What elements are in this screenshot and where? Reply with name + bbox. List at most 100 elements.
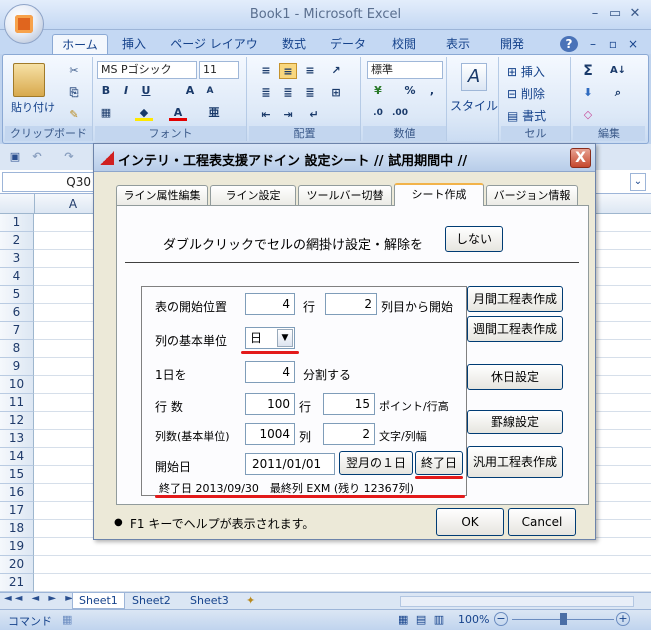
row-header[interactable]: 17: [0, 502, 34, 520]
sort-filter-icon[interactable]: A↓: [609, 63, 627, 79]
tab-view[interactable]: 表示: [436, 34, 480, 54]
format-painter-icon[interactable]: ✎: [65, 107, 83, 123]
format-cells-button[interactable]: ▤ 書式: [507, 107, 546, 124]
tab-insert[interactable]: 挿入: [112, 34, 156, 54]
comma-button[interactable]: ,: [423, 83, 441, 99]
help-icon[interactable]: ?: [560, 36, 578, 52]
currency-icon[interactable]: ¥: [369, 83, 387, 99]
view-buttons-icon[interactable]: ▦ ▤ ▥: [398, 613, 446, 626]
horizontal-scrollbar[interactable]: [400, 596, 634, 607]
tab-developer[interactable]: 開発: [490, 34, 534, 54]
undo-icon[interactable]: ↶: [28, 149, 46, 165]
cut-icon[interactable]: ✂: [65, 63, 83, 79]
insert-cells-button[interactable]: ⊞ 挿入: [507, 63, 545, 80]
align-left-icon[interactable]: ≣: [257, 85, 275, 101]
row-header[interactable]: 14: [0, 448, 34, 466]
zoom-slider-thumb[interactable]: [560, 613, 567, 625]
autosum-icon[interactable]: Σ: [579, 63, 597, 79]
row-header[interactable]: 16: [0, 484, 34, 502]
rows-input[interactable]: 100: [245, 393, 295, 415]
decrease-decimal-icon[interactable]: .00: [391, 105, 409, 121]
zoom-out-icon[interactable]: −: [494, 612, 508, 626]
row-header[interactable]: 21: [0, 574, 34, 592]
row-header[interactable]: 5: [0, 286, 34, 304]
row-header[interactable]: 15: [0, 466, 34, 484]
borders-icon[interactable]: ▦: [97, 105, 115, 121]
font-size-select[interactable]: 11: [199, 61, 239, 79]
shrink-font-button[interactable]: A: [201, 83, 219, 99]
grow-font-button[interactable]: A: [181, 83, 199, 99]
close-icon[interactable]: ✕: [626, 6, 644, 22]
sheet-tab-2[interactable]: Sheet2: [126, 593, 177, 609]
ribbon-restore-icon[interactable]: ▫: [606, 34, 620, 54]
macro-record-icon[interactable]: ▦: [62, 613, 72, 626]
row-header[interactable]: 7: [0, 322, 34, 340]
cancel-button[interactable]: Cancel: [508, 508, 576, 536]
ok-button[interactable]: OK: [436, 508, 504, 536]
border-settings-button[interactable]: 罫線設定: [467, 410, 563, 434]
dialog-close-button[interactable]: X: [570, 148, 591, 168]
cols-input[interactable]: 1004: [245, 423, 295, 445]
office-button[interactable]: [4, 4, 44, 44]
tab-data[interactable]: データ: [326, 34, 370, 54]
maximize-icon[interactable]: ▭: [606, 6, 624, 22]
style-button[interactable]: スタイル: [449, 97, 499, 114]
row-header[interactable]: 12: [0, 412, 34, 430]
holiday-settings-button[interactable]: 休日設定: [467, 364, 563, 390]
next-month-button[interactable]: 翌月の１日: [339, 451, 413, 475]
tab-toolbar-switch[interactable]: ツールバー切替: [298, 185, 392, 205]
weekly-schedule-button[interactable]: 週間工程表作成: [467, 316, 563, 342]
zoom-in-icon[interactable]: +: [616, 612, 630, 626]
split-input[interactable]: 4: [245, 361, 295, 383]
ribbon-close-icon[interactable]: ×: [626, 34, 640, 54]
row-header[interactable]: 20: [0, 556, 34, 574]
point-input[interactable]: 15: [323, 393, 375, 415]
merge-cells-icon[interactable]: ⊞: [327, 85, 345, 101]
font-color-button[interactable]: A: [169, 105, 187, 121]
row-header[interactable]: 8: [0, 340, 34, 358]
zoom-level[interactable]: 100%: [458, 613, 489, 626]
align-top-icon[interactable]: ≡: [257, 63, 275, 79]
tab-line-attributes[interactable]: ライン属性編集: [116, 185, 208, 205]
percent-button[interactable]: %: [401, 83, 419, 99]
increase-indent-icon[interactable]: ⇥: [279, 107, 297, 123]
name-box[interactable]: Q30: [2, 172, 96, 192]
row-header[interactable]: 13: [0, 430, 34, 448]
start-date-input[interactable]: 2011/01/01: [245, 453, 335, 475]
decrease-indent-icon[interactable]: ⇤: [257, 107, 275, 123]
row-header[interactable]: 19: [0, 538, 34, 556]
chevron-down-icon[interactable]: ▼: [277, 329, 293, 347]
fill-color-icon[interactable]: ◆: [135, 105, 153, 121]
phonetic-icon[interactable]: 亜: [205, 105, 223, 121]
underline-button[interactable]: U: [137, 83, 155, 99]
dblclick-toggle-button[interactable]: しない: [445, 226, 503, 252]
start-row-input[interactable]: 4: [245, 293, 295, 315]
row-header[interactable]: 6: [0, 304, 34, 322]
sheet-tab-3[interactable]: Sheet3: [184, 593, 235, 609]
tab-sheet-create[interactable]: シート作成: [394, 183, 484, 206]
fill-icon[interactable]: ⬇: [579, 85, 597, 101]
clear-icon[interactable]: ◇: [579, 107, 597, 123]
align-bottom-icon[interactable]: ≡: [301, 63, 319, 79]
minimize-icon[interactable]: –: [586, 6, 604, 22]
tab-version-info[interactable]: バージョン情報: [486, 185, 578, 205]
align-right-icon[interactable]: ≣: [301, 85, 319, 101]
tab-review[interactable]: 校閲: [382, 34, 426, 54]
delete-cells-button[interactable]: ⊟ 削除: [507, 85, 545, 102]
chars-input[interactable]: 2: [323, 423, 375, 445]
row-header[interactable]: 9: [0, 358, 34, 376]
orientation-icon[interactable]: ↗: [327, 63, 345, 79]
tab-home[interactable]: ホーム: [52, 34, 108, 54]
italic-button[interactable]: I: [117, 83, 135, 99]
monthly-schedule-button[interactable]: 月間工程表作成: [467, 286, 563, 312]
ribbon-minimize-icon[interactable]: –: [586, 34, 600, 54]
tab-page-layout[interactable]: ページ レイアウト: [166, 34, 262, 71]
paste-button[interactable]: 貼り付け: [5, 99, 61, 115]
find-select-icon[interactable]: ⌕: [609, 85, 627, 101]
align-center-icon[interactable]: ≣: [279, 85, 297, 101]
row-header[interactable]: 11: [0, 394, 34, 412]
tab-formulas[interactable]: 数式: [272, 34, 316, 54]
save-icon[interactable]: ▣: [6, 149, 24, 165]
row-header[interactable]: 1: [0, 214, 34, 232]
bold-button[interactable]: B: [97, 83, 115, 99]
